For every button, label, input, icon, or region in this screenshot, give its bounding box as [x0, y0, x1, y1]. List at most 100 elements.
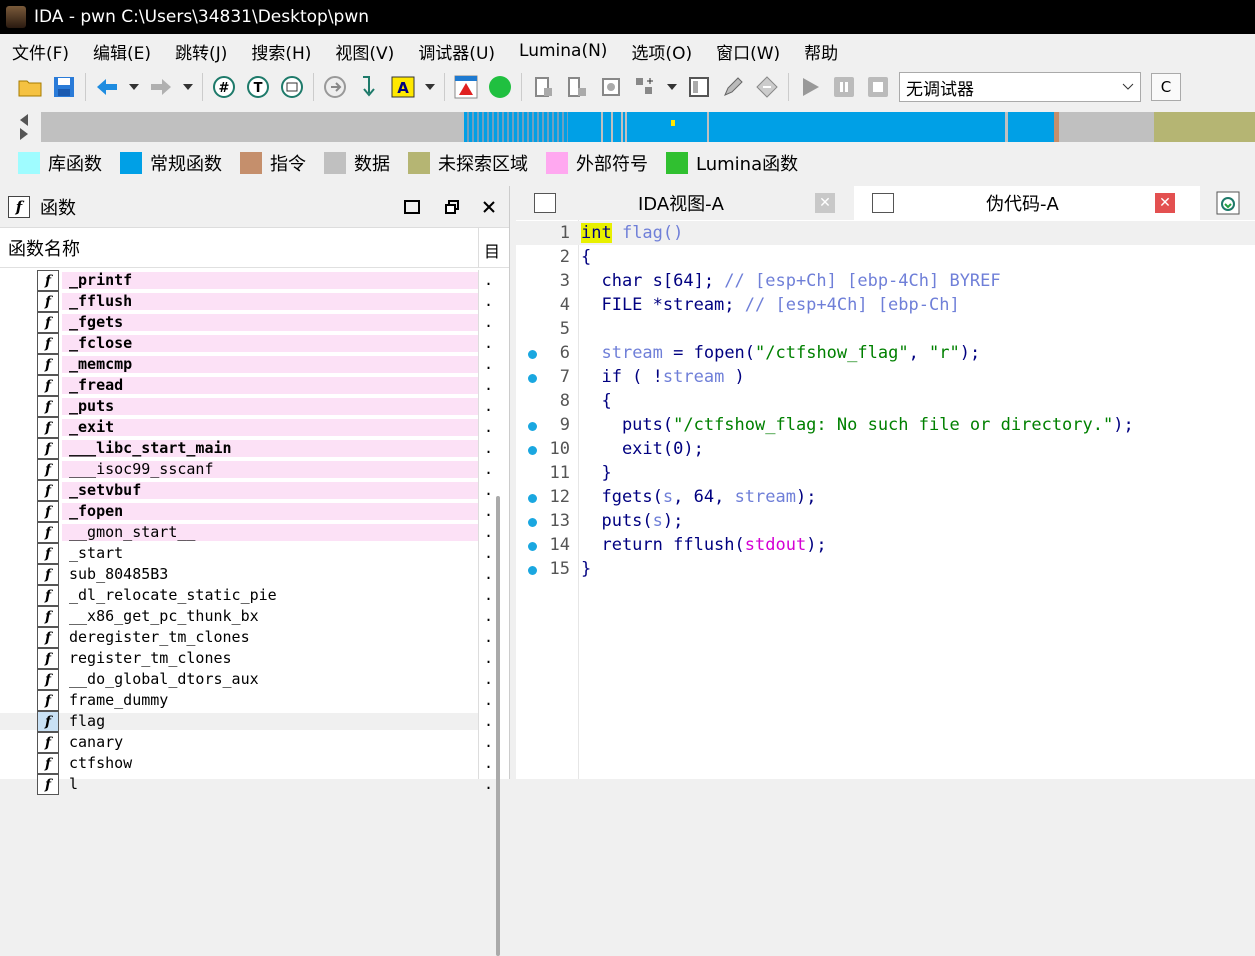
breakpoint-dot-icon[interactable]	[528, 494, 537, 503]
column-header-segment-label[interactable]: 目	[484, 238, 500, 262]
code-line[interactable]: 2{	[516, 245, 1255, 269]
code-line[interactable]: 4 FILE *stream; // [esp+4Ch] [ebp-Ch]	[516, 293, 1255, 317]
code-line[interactable]: 1 int flag()	[516, 221, 1255, 245]
function-row[interactable]: f __gmon_start__.	[0, 522, 510, 543]
tab-pseudocode-a[interactable]: 伪代码-A ✕	[854, 186, 1200, 220]
function-row[interactable]: f _fflush.	[0, 291, 510, 312]
function-row[interactable]: f __x86_get_pc_thunk_bx.	[0, 606, 510, 627]
back-arrow-icon[interactable]	[93, 73, 121, 101]
code-line[interactable]: 8 {	[516, 389, 1255, 413]
c-button[interactable]: C	[1151, 73, 1181, 101]
chevron-down-icon[interactable]	[423, 73, 437, 101]
text-circle-icon[interactable]: T	[244, 73, 272, 101]
code-line[interactable]: 6 stream = fopen("/ctfshow_flag", "r");	[516, 341, 1255, 365]
play-icon[interactable]	[796, 73, 824, 101]
float-window-icon[interactable]	[441, 196, 463, 218]
function-row[interactable]: f frame_dummy.	[0, 690, 510, 711]
function-row[interactable]: f _puts.	[0, 396, 510, 417]
maximize-icon[interactable]	[401, 196, 423, 218]
code-line[interactable]: 13 puts(s);	[516, 509, 1255, 533]
open-folder-icon[interactable]	[16, 73, 44, 101]
menu-windows[interactable]: 窗口(W)	[704, 39, 792, 64]
stop-icon[interactable]	[864, 73, 892, 101]
code-line[interactable]: 14 return fflush(stdout);	[516, 533, 1255, 557]
add-node-icon[interactable]	[631, 73, 659, 101]
struct-icon[interactable]	[529, 73, 557, 101]
code-line[interactable]: 12 fgets(s, 64, stream);	[516, 485, 1255, 509]
graph-red-icon[interactable]	[452, 73, 480, 101]
menu-options[interactable]: 选项(O)	[619, 39, 704, 64]
breakpoint-dot-icon[interactable]	[528, 446, 537, 455]
function-row[interactable]: f flag.	[0, 711, 510, 732]
function-row[interactable]: f _fclose.	[0, 333, 510, 354]
breakpoint-dot-icon[interactable]	[528, 374, 537, 383]
close-icon[interactable]: ✕	[815, 193, 835, 213]
function-row[interactable]: f register_tm_clones.	[0, 648, 510, 669]
function-row[interactable]: fl.	[0, 774, 510, 795]
function-row[interactable]: f canary.	[0, 732, 510, 753]
nav-scroll-arrows-icon[interactable]	[16, 112, 32, 142]
menu-lumina[interactable]: Lumina(N)	[507, 41, 619, 61]
enum-icon[interactable]	[563, 73, 591, 101]
function-row[interactable]: f __do_global_dtors_aux.	[0, 669, 510, 690]
edit-pen-icon[interactable]	[719, 73, 747, 101]
function-row[interactable]: f _memcmp.	[0, 354, 510, 375]
navigation-bar[interactable]	[41, 112, 1255, 142]
breakpoint-dot-icon[interactable]	[528, 566, 537, 575]
save-icon[interactable]	[50, 73, 78, 101]
menu-help[interactable]: 帮助	[792, 39, 850, 64]
chevron-down-icon[interactable]	[181, 73, 195, 101]
function-row[interactable]: f ___libc_start_main.	[0, 438, 510, 459]
tab-ida-view-a[interactable]: IDA视图-A ✕	[516, 186, 854, 220]
function-row[interactable]: f _fopen.	[0, 501, 510, 522]
code-line[interactable]: 11 }	[516, 461, 1255, 485]
debugger-select[interactable]: 无调试器	[899, 72, 1141, 102]
export-icon[interactable]	[321, 73, 349, 101]
code-line[interactable]: 9 puts("/ctfshow_flag: No such file or d…	[516, 413, 1255, 437]
function-row[interactable]: f _printf.	[0, 270, 510, 291]
diamond-icon[interactable]	[753, 73, 781, 101]
functions-scrollbar[interactable]	[496, 496, 500, 956]
code-line[interactable]: 7 if ( !stream )	[516, 365, 1255, 389]
breakpoint-dot-icon[interactable]	[528, 350, 537, 359]
menu-file[interactable]: 文件(F)	[0, 39, 81, 64]
function-name-column-header[interactable]: 函数名称 目	[0, 228, 509, 268]
chevron-down-icon[interactable]	[127, 73, 141, 101]
function-row[interactable]: f sub_80485B3.	[0, 564, 510, 585]
pause-icon[interactable]	[830, 73, 858, 101]
code-line[interactable]: 15}	[516, 557, 1255, 581]
function-row[interactable]: f _setvbuf.	[0, 480, 510, 501]
close-icon[interactable]: ✕	[1155, 193, 1175, 213]
code-line[interactable]: 10 exit(0);	[516, 437, 1255, 461]
menu-search[interactable]: 搜索(H)	[239, 39, 323, 64]
jump-down-icon[interactable]	[355, 73, 383, 101]
frame-icon[interactable]	[685, 73, 713, 101]
function-row[interactable]: f _fread.	[0, 375, 510, 396]
code-line[interactable]: 5	[516, 317, 1255, 341]
pseudocode-editor[interactable]: 1 int flag() 2{3 char s[64]; // [esp+Ch] […	[516, 220, 1255, 779]
function-row[interactable]: f _dl_relocate_static_pie.	[0, 585, 510, 606]
menu-jump[interactable]: 跳转(J)	[163, 39, 239, 64]
menu-edit[interactable]: 编辑(E)	[81, 39, 163, 64]
column-divider[interactable]	[478, 228, 479, 268]
function-row[interactable]: f ___isoc99_sscanf.	[0, 459, 510, 480]
function-row[interactable]: f deregister_tm_clones.	[0, 627, 510, 648]
menu-debugger[interactable]: 调试器(U)	[406, 39, 507, 64]
segment-icon[interactable]	[597, 73, 625, 101]
binary-circle-icon[interactable]	[278, 73, 306, 101]
function-row[interactable]: f _start.	[0, 543, 510, 564]
forward-arrow-icon[interactable]	[147, 73, 175, 101]
close-icon[interactable]	[478, 196, 500, 218]
text-color-icon[interactable]: A	[389, 73, 417, 101]
code-line[interactable]: 3 char s[64]; // [esp+Ch] [ebp-4Ch] BYRE…	[516, 269, 1255, 293]
breakpoint-dot-icon[interactable]	[528, 542, 537, 551]
function-row[interactable]: f _exit.	[0, 417, 510, 438]
tab-hex-view[interactable]	[1200, 186, 1255, 220]
breakpoint-dot-icon[interactable]	[528, 422, 537, 431]
function-row[interactable]: f _fgets.	[0, 312, 510, 333]
breakpoint-dot-icon[interactable]	[528, 518, 537, 527]
function-row[interactable]: f ctfshow.	[0, 753, 510, 774]
green-circle-icon[interactable]	[486, 73, 514, 101]
menu-view[interactable]: 视图(V)	[323, 39, 406, 64]
chevron-down-icon[interactable]	[665, 73, 679, 101]
